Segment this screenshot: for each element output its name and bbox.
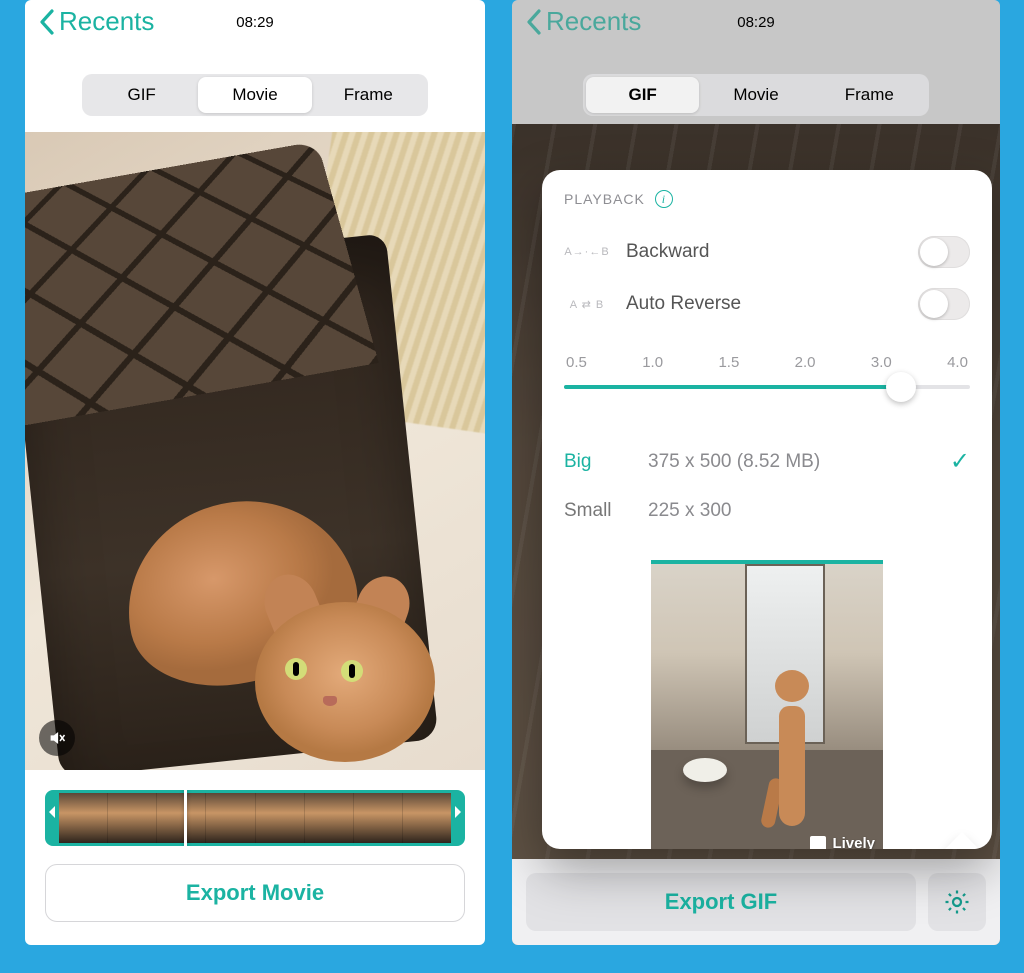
speed-thumb[interactable] — [886, 372, 916, 402]
direction-backward-icon: A→·←B — [564, 246, 610, 258]
info-icon[interactable]: i — [655, 190, 673, 208]
trim-handle-start[interactable] — [45, 790, 59, 846]
back-label: Recents — [59, 6, 154, 37]
watermark-icon — [810, 836, 826, 850]
direction-autoreverse-icon: A ⇄ B — [564, 298, 610, 311]
autoreverse-row: A ⇄ B Auto Reverse — [564, 278, 970, 330]
top-bar: Recents 08:29 — [512, 0, 1000, 56]
autoreverse-label: Auto Reverse — [626, 293, 902, 315]
back-button[interactable]: Recents — [526, 6, 641, 37]
size-options: Big 375 x 500 (8.52 MB) ✓ Small 225 x 30… — [564, 435, 970, 534]
speed-ticks: 0.5 1.0 1.5 2.0 3.0 4.0 — [564, 354, 970, 371]
gear-icon — [942, 887, 972, 917]
video-preview[interactable] — [25, 132, 485, 770]
size-big-row[interactable]: Big 375 x 500 (8.52 MB) ✓ — [564, 435, 970, 488]
format-segmented-control[interactable]: GIF Movie Frame — [583, 74, 929, 116]
backward-toggle[interactable] — [918, 236, 970, 268]
back-label: Recents — [546, 6, 641, 37]
gif-preview-thumbnail: Lively — [651, 560, 883, 849]
backward-row: A→·←B Backward — [564, 226, 970, 278]
trim-handle-end[interactable] — [451, 790, 465, 846]
autoreverse-toggle[interactable] — [918, 288, 970, 320]
screenshot-export-gif-settings: Recents 08:29 GIF Movie Frame Export GIF — [512, 0, 1000, 945]
backward-label: Backward — [626, 241, 902, 263]
check-icon: ✓ — [950, 447, 970, 476]
watermark: Lively — [810, 835, 875, 849]
trim-filmstrip[interactable] — [45, 790, 465, 846]
tab-gif[interactable]: GIF — [586, 77, 699, 113]
size-small-row[interactable]: Small 225 x 300 — [564, 488, 970, 534]
back-button[interactable]: Recents — [39, 6, 154, 37]
filmstrip-frames[interactable] — [59, 790, 451, 846]
clock-time: 08:29 — [737, 14, 775, 31]
tab-frame[interactable]: Frame — [312, 77, 425, 113]
bottom-bar: Export GIF — [512, 859, 1000, 945]
mute-button[interactable] — [39, 720, 75, 756]
playhead[interactable] — [184, 790, 187, 846]
tab-frame[interactable]: Frame — [813, 77, 926, 113]
clock-time: 08:29 — [236, 14, 274, 31]
chevron-left-icon — [39, 9, 55, 35]
speed-track[interactable] — [564, 385, 970, 389]
top-bar: Recents 08:29 — [25, 0, 485, 56]
tab-gif[interactable]: GIF — [85, 77, 198, 113]
chevron-left-icon — [526, 9, 542, 35]
tab-movie[interactable]: Movie — [699, 77, 812, 113]
export-gif-button[interactable]: Export GIF — [526, 873, 916, 931]
speaker-muted-icon — [48, 729, 66, 747]
speed-slider[interactable]: 0.5 1.0 1.5 2.0 3.0 4.0 — [564, 354, 970, 389]
tab-movie[interactable]: Movie — [198, 77, 311, 113]
format-segmented-control[interactable]: GIF Movie Frame — [82, 74, 428, 116]
screenshot-export-movie: Recents 08:29 GIF Movie Frame — [25, 0, 485, 945]
playback-section-title: PLAYBACK i — [564, 190, 970, 208]
export-movie-button[interactable]: Export Movie — [45, 864, 465, 922]
gif-settings-sheet: PLAYBACK i A→·←B Backward A ⇄ B Auto Rev… — [542, 170, 992, 849]
settings-button[interactable] — [928, 873, 986, 931]
